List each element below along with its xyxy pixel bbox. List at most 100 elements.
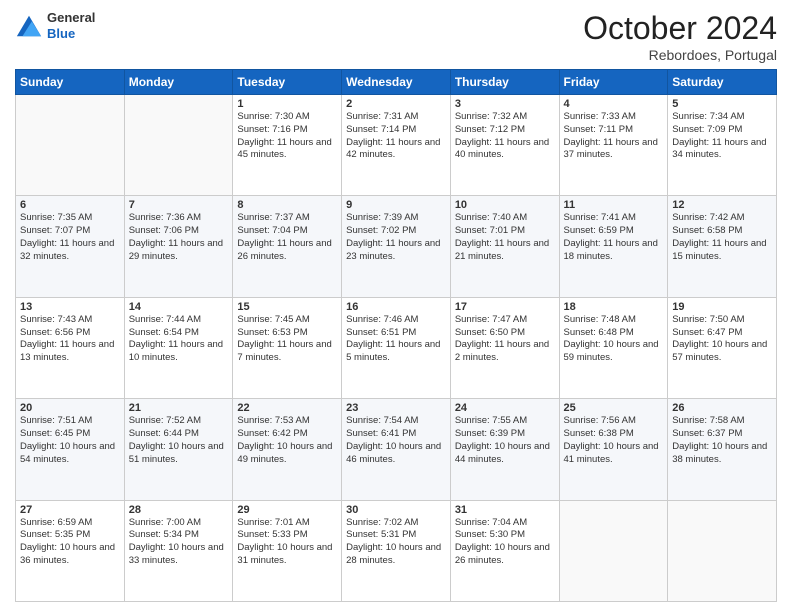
calendar-cell: 29Sunrise: 7:01 AM Sunset: 5:33 PM Dayli…: [233, 500, 342, 601]
calendar-header-sunday: Sunday: [16, 70, 125, 95]
day-info: Sunrise: 7:40 AM Sunset: 7:01 PM Dayligh…: [455, 212, 555, 263]
calendar-cell: 16Sunrise: 7:46 AM Sunset: 6:51 PM Dayli…: [342, 297, 451, 398]
day-info: Sunrise: 7:33 AM Sunset: 7:11 PM Dayligh…: [564, 111, 664, 162]
logo: General Blue: [15, 10, 95, 41]
calendar-cell: [668, 500, 777, 601]
day-number: 20: [20, 402, 120, 414]
day-number: 17: [455, 301, 555, 313]
calendar-week-5: 27Sunrise: 6:59 AM Sunset: 5:35 PM Dayli…: [16, 500, 777, 601]
day-info: Sunrise: 7:04 AM Sunset: 5:30 PM Dayligh…: [455, 517, 555, 568]
calendar-cell: 26Sunrise: 7:58 AM Sunset: 6:37 PM Dayli…: [668, 399, 777, 500]
calendar-cell: 10Sunrise: 7:40 AM Sunset: 7:01 PM Dayli…: [450, 196, 559, 297]
calendar-cell: 11Sunrise: 7:41 AM Sunset: 6:59 PM Dayli…: [559, 196, 668, 297]
calendar-cell: 4Sunrise: 7:33 AM Sunset: 7:11 PM Daylig…: [559, 95, 668, 196]
calendar-cell: 20Sunrise: 7:51 AM Sunset: 6:45 PM Dayli…: [16, 399, 125, 500]
day-number: 1: [237, 98, 337, 110]
day-info: Sunrise: 7:52 AM Sunset: 6:44 PM Dayligh…: [129, 415, 229, 466]
calendar-week-1: 1Sunrise: 7:30 AM Sunset: 7:16 PM Daylig…: [16, 95, 777, 196]
calendar-cell: [124, 95, 233, 196]
calendar-cell: 23Sunrise: 7:54 AM Sunset: 6:41 PM Dayli…: [342, 399, 451, 500]
day-number: 18: [564, 301, 664, 313]
calendar-header-tuesday: Tuesday: [233, 70, 342, 95]
calendar-week-3: 13Sunrise: 7:43 AM Sunset: 6:56 PM Dayli…: [16, 297, 777, 398]
day-number: 11: [564, 199, 664, 211]
day-number: 23: [346, 402, 446, 414]
day-number: 19: [672, 301, 772, 313]
logo-blue: Blue: [47, 26, 95, 42]
day-number: 28: [129, 504, 229, 516]
calendar-cell: 17Sunrise: 7:47 AM Sunset: 6:50 PM Dayli…: [450, 297, 559, 398]
day-number: 21: [129, 402, 229, 414]
calendar-cell: 24Sunrise: 7:55 AM Sunset: 6:39 PM Dayli…: [450, 399, 559, 500]
calendar-cell: [16, 95, 125, 196]
day-number: 9: [346, 199, 446, 211]
day-info: Sunrise: 7:43 AM Sunset: 6:56 PM Dayligh…: [20, 314, 120, 365]
calendar-header-row: SundayMondayTuesdayWednesdayThursdayFrid…: [16, 70, 777, 95]
day-number: 13: [20, 301, 120, 313]
calendar-cell: 28Sunrise: 7:00 AM Sunset: 5:34 PM Dayli…: [124, 500, 233, 601]
day-info: Sunrise: 7:50 AM Sunset: 6:47 PM Dayligh…: [672, 314, 772, 365]
day-info: Sunrise: 7:47 AM Sunset: 6:50 PM Dayligh…: [455, 314, 555, 365]
day-number: 26: [672, 402, 772, 414]
calendar-week-2: 6Sunrise: 7:35 AM Sunset: 7:07 PM Daylig…: [16, 196, 777, 297]
calendar-cell: 14Sunrise: 7:44 AM Sunset: 6:54 PM Dayli…: [124, 297, 233, 398]
calendar-header-friday: Friday: [559, 70, 668, 95]
calendar-cell: 6Sunrise: 7:35 AM Sunset: 7:07 PM Daylig…: [16, 196, 125, 297]
calendar-table: SundayMondayTuesdayWednesdayThursdayFrid…: [15, 69, 777, 602]
page: General Blue October 2024 Rebordoes, Por…: [0, 0, 792, 612]
day-number: 3: [455, 98, 555, 110]
calendar-cell: 8Sunrise: 7:37 AM Sunset: 7:04 PM Daylig…: [233, 196, 342, 297]
day-number: 14: [129, 301, 229, 313]
calendar-cell: 9Sunrise: 7:39 AM Sunset: 7:02 PM Daylig…: [342, 196, 451, 297]
location: Rebordoes, Portugal: [583, 47, 777, 63]
header: General Blue October 2024 Rebordoes, Por…: [15, 10, 777, 63]
day-info: Sunrise: 7:46 AM Sunset: 6:51 PM Dayligh…: [346, 314, 446, 365]
calendar-week-4: 20Sunrise: 7:51 AM Sunset: 6:45 PM Dayli…: [16, 399, 777, 500]
calendar-cell: 1Sunrise: 7:30 AM Sunset: 7:16 PM Daylig…: [233, 95, 342, 196]
day-number: 12: [672, 199, 772, 211]
day-number: 16: [346, 301, 446, 313]
calendar-cell: 7Sunrise: 7:36 AM Sunset: 7:06 PM Daylig…: [124, 196, 233, 297]
calendar-cell: 2Sunrise: 7:31 AM Sunset: 7:14 PM Daylig…: [342, 95, 451, 196]
calendar-cell: 22Sunrise: 7:53 AM Sunset: 6:42 PM Dayli…: [233, 399, 342, 500]
day-info: Sunrise: 7:31 AM Sunset: 7:14 PM Dayligh…: [346, 111, 446, 162]
day-info: Sunrise: 6:59 AM Sunset: 5:35 PM Dayligh…: [20, 517, 120, 568]
day-number: 6: [20, 199, 120, 211]
day-info: Sunrise: 7:51 AM Sunset: 6:45 PM Dayligh…: [20, 415, 120, 466]
day-info: Sunrise: 7:30 AM Sunset: 7:16 PM Dayligh…: [237, 111, 337, 162]
day-info: Sunrise: 7:58 AM Sunset: 6:37 PM Dayligh…: [672, 415, 772, 466]
day-info: Sunrise: 7:32 AM Sunset: 7:12 PM Dayligh…: [455, 111, 555, 162]
day-info: Sunrise: 7:37 AM Sunset: 7:04 PM Dayligh…: [237, 212, 337, 263]
day-info: Sunrise: 7:45 AM Sunset: 6:53 PM Dayligh…: [237, 314, 337, 365]
day-info: Sunrise: 7:01 AM Sunset: 5:33 PM Dayligh…: [237, 517, 337, 568]
calendar-cell: 3Sunrise: 7:32 AM Sunset: 7:12 PM Daylig…: [450, 95, 559, 196]
day-info: Sunrise: 7:36 AM Sunset: 7:06 PM Dayligh…: [129, 212, 229, 263]
day-number: 22: [237, 402, 337, 414]
calendar-cell: 13Sunrise: 7:43 AM Sunset: 6:56 PM Dayli…: [16, 297, 125, 398]
day-info: Sunrise: 7:48 AM Sunset: 6:48 PM Dayligh…: [564, 314, 664, 365]
calendar-cell: 5Sunrise: 7:34 AM Sunset: 7:09 PM Daylig…: [668, 95, 777, 196]
day-info: Sunrise: 7:35 AM Sunset: 7:07 PM Dayligh…: [20, 212, 120, 263]
day-number: 10: [455, 199, 555, 211]
logo-icon: [15, 12, 43, 40]
day-info: Sunrise: 7:02 AM Sunset: 5:31 PM Dayligh…: [346, 517, 446, 568]
calendar-cell: 12Sunrise: 7:42 AM Sunset: 6:58 PM Dayli…: [668, 196, 777, 297]
calendar-cell: 30Sunrise: 7:02 AM Sunset: 5:31 PM Dayli…: [342, 500, 451, 601]
day-number: 31: [455, 504, 555, 516]
day-info: Sunrise: 7:53 AM Sunset: 6:42 PM Dayligh…: [237, 415, 337, 466]
day-number: 2: [346, 98, 446, 110]
day-number: 25: [564, 402, 664, 414]
day-number: 5: [672, 98, 772, 110]
day-info: Sunrise: 7:44 AM Sunset: 6:54 PM Dayligh…: [129, 314, 229, 365]
day-number: 7: [129, 199, 229, 211]
day-number: 30: [346, 504, 446, 516]
title-block: October 2024 Rebordoes, Portugal: [583, 10, 777, 63]
logo-text: General Blue: [47, 10, 95, 41]
day-info: Sunrise: 7:39 AM Sunset: 7:02 PM Dayligh…: [346, 212, 446, 263]
calendar-cell: 15Sunrise: 7:45 AM Sunset: 6:53 PM Dayli…: [233, 297, 342, 398]
day-info: Sunrise: 7:56 AM Sunset: 6:38 PM Dayligh…: [564, 415, 664, 466]
day-info: Sunrise: 7:54 AM Sunset: 6:41 PM Dayligh…: [346, 415, 446, 466]
month-title: October 2024: [583, 10, 777, 47]
calendar-cell: 25Sunrise: 7:56 AM Sunset: 6:38 PM Dayli…: [559, 399, 668, 500]
day-info: Sunrise: 7:42 AM Sunset: 6:58 PM Dayligh…: [672, 212, 772, 263]
